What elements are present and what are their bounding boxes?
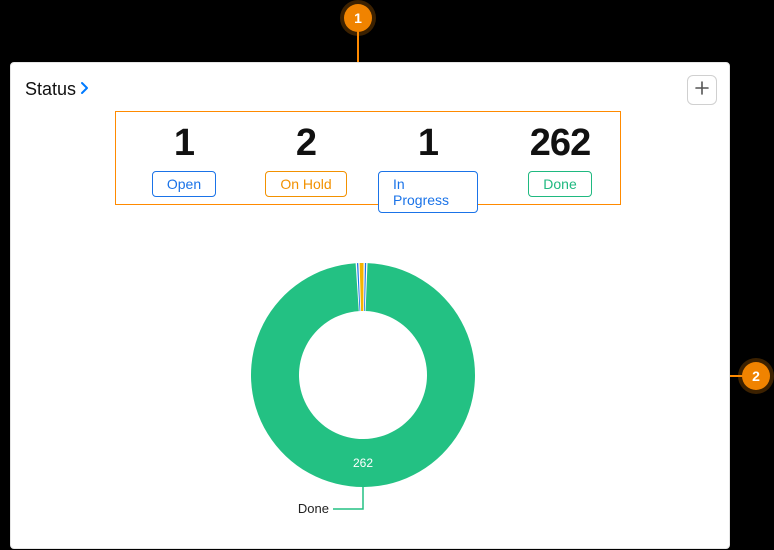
stat-open-count: 1 bbox=[174, 122, 194, 165]
stat-on-hold[interactable]: 2 On Hold bbox=[256, 122, 356, 197]
stat-done-label: Done bbox=[528, 171, 591, 197]
panel-title: Status bbox=[25, 79, 76, 100]
donut-segment-on-hold[interactable] bbox=[360, 263, 364, 311]
status-panel: Status 1 Open 2 On Hold 1 In Progress bbox=[10, 62, 730, 549]
stat-open-label: Open bbox=[152, 171, 216, 197]
add-button[interactable] bbox=[687, 75, 717, 105]
status-summary-group: 1 Open 2 On Hold 1 In Progress 262 Done bbox=[115, 111, 621, 205]
plus-icon bbox=[695, 81, 709, 100]
panel-header[interactable]: Status bbox=[25, 79, 90, 100]
donut-done-value: 262 bbox=[353, 456, 373, 470]
stat-done-count: 262 bbox=[530, 122, 590, 165]
chevron-right-icon bbox=[80, 81, 90, 99]
stat-in-progress[interactable]: 1 In Progress bbox=[378, 122, 478, 213]
donut-segment-in-progress[interactable] bbox=[364, 263, 366, 311]
stat-hold-label: On Hold bbox=[265, 171, 346, 197]
stat-open[interactable]: 1 Open bbox=[134, 122, 234, 197]
stat-hold-count: 2 bbox=[296, 122, 316, 165]
stat-progress-count: 1 bbox=[418, 122, 438, 165]
annotation-badge-1: 1 bbox=[344, 4, 372, 32]
stat-done[interactable]: 262 Done bbox=[500, 122, 620, 197]
annotation-badge-2: 2 bbox=[742, 362, 770, 390]
donut-done-label: Done bbox=[298, 501, 329, 516]
donut-done-leader bbox=[333, 487, 363, 509]
stat-progress-label: In Progress bbox=[378, 171, 478, 213]
status-donut-chart: 262 Done bbox=[243, 255, 483, 535]
